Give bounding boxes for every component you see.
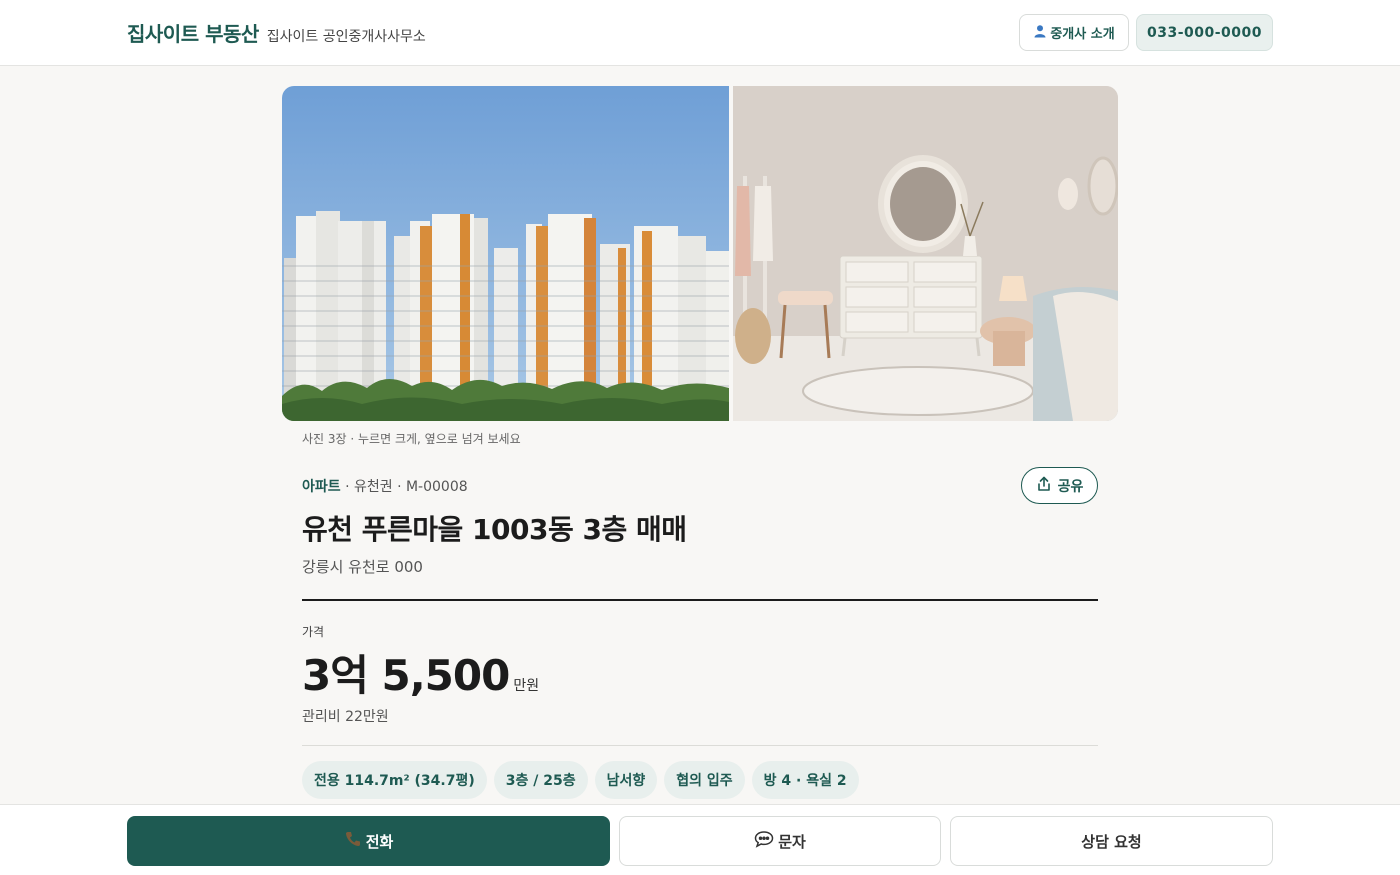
feature-chips: 전용 114.7m² (34.7평) 3층 / 25층 남서향 협의 입주 방 …: [302, 761, 859, 799]
call-button[interactable]: 전화: [127, 816, 610, 866]
person-icon: [1033, 24, 1047, 42]
share-icon: [1036, 476, 1052, 496]
listing-type-line: 아파트 · 유천권 · M-00008: [302, 476, 468, 496]
brand-name[interactable]: 집사이트 부동산: [127, 18, 259, 47]
header-phone-button[interactable]: 033-000-0000: [1136, 14, 1273, 51]
bottom-action-bar: 전화 문자 상담 요청: [0, 804, 1400, 875]
site-header: 집사이트 부동산 집사이트 공인중개사사무소 중개사 소개 033-000-00…: [0, 0, 1400, 66]
sms-button[interactable]: 문자: [619, 816, 941, 866]
section-divider: [302, 599, 1098, 601]
chip-area: 전용 114.7m² (34.7평): [302, 761, 487, 799]
share-button[interactable]: 공유: [1021, 467, 1098, 504]
chip-move-in: 협의 입주: [664, 761, 745, 799]
share-label: 공유: [1057, 478, 1084, 495]
listing-meta: · 유천권 · M-00008: [340, 479, 468, 495]
phone-icon: [344, 830, 362, 852]
divider: [302, 745, 1098, 746]
consult-request-button[interactable]: 상담 요청: [950, 816, 1273, 866]
listing-title: 유천 푸른마을 1003동 3층 매매: [302, 513, 687, 546]
photo-apartment-exterior[interactable]: [282, 86, 729, 421]
photo-bedroom-interior[interactable]: [733, 86, 1118, 421]
chip-direction: 남서향: [594, 761, 658, 799]
sms-label: 문자: [778, 832, 806, 851]
agent-intro-button[interactable]: 중개사 소개: [1019, 14, 1129, 51]
price-value: 3억 5,500: [302, 651, 510, 700]
maintenance-fee: 관리비 22만원: [302, 709, 389, 725]
chip-rooms: 방 4 · 욕실 2: [751, 761, 859, 799]
listing-type: 아파트: [302, 479, 341, 495]
agent-intro-label: 중개사 소개: [1050, 27, 1115, 42]
speech-bubble-icon: [754, 830, 774, 852]
chip-floor: 3층 / 25층: [493, 761, 588, 799]
brand[interactable]: 집사이트 부동산 집사이트 공인중개사사무소: [127, 18, 426, 47]
photo-caption: 사진 3장 · 누르면 크게, 옆으로 넘겨 보세요: [302, 432, 521, 446]
call-label: 전화: [365, 832, 394, 851]
price-row: 3억 5,500 만원: [302, 642, 539, 703]
brand-subtitle: 집사이트 공인중개사사무소: [266, 29, 426, 45]
price-label: 가격: [302, 625, 325, 639]
price-unit: 만원: [513, 678, 540, 694]
listing-address: 강릉시 유천로 000: [302, 558, 423, 576]
